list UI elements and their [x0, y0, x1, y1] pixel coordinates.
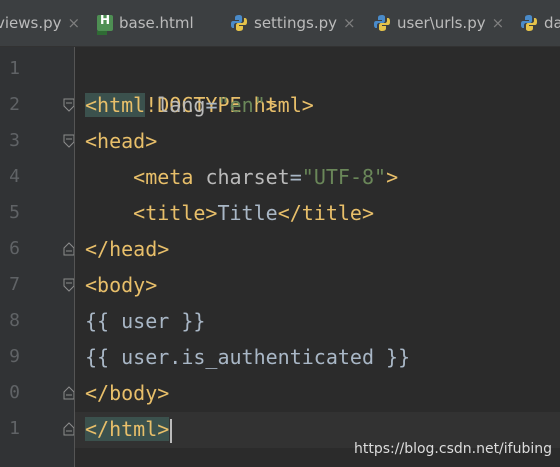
- line-number-gutter[interactable]: 1 2 3 4 5 6 7 8 9 0 1: [0, 47, 75, 467]
- tab-label: base.html: [119, 14, 194, 32]
- meta-tag: <meta: [133, 165, 194, 189]
- line-number: 5: [9, 202, 20, 223]
- code-line-9[interactable]: {{ user.is_authenticated }}: [85, 339, 410, 375]
- close-icon[interactable]: ×: [492, 14, 505, 32]
- python-file-icon: [231, 15, 247, 31]
- tab-label: settings.py: [254, 14, 337, 32]
- text-caret: [170, 418, 173, 443]
- python-file-icon: [374, 15, 390, 31]
- attr-name: charset: [205, 165, 290, 189]
- attr-value: "en": [217, 93, 266, 117]
- html-close-tag: </html>: [85, 417, 170, 441]
- line-number: 8: [9, 310, 20, 331]
- equals: =: [289, 165, 302, 189]
- code-line-3[interactable]: <head>: [85, 123, 157, 159]
- close-icon[interactable]: ×: [68, 14, 81, 32]
- html-open-tag: <html: [85, 93, 146, 117]
- template-expression: {{ user }}: [85, 309, 206, 333]
- line-number: 4: [9, 166, 20, 187]
- head-close-tag: </head>: [85, 237, 170, 261]
- python-file-icon: [521, 15, 537, 31]
- equals: =: [205, 93, 218, 117]
- code-line-11[interactable]: </html>: [85, 411, 173, 447]
- line-number: 1: [9, 58, 20, 79]
- code-line-4[interactable]: <meta charset="UTF-8">: [85, 159, 398, 195]
- line-number: 3: [9, 130, 20, 151]
- code-line-6[interactable]: </head>: [85, 231, 169, 267]
- head-open-tag: <head>: [85, 129, 158, 153]
- close-icon[interactable]: ×: [343, 14, 356, 32]
- tag-close: >: [386, 165, 399, 189]
- title-open-tag: <title>: [133, 201, 218, 225]
- title-text: Title: [217, 201, 278, 225]
- line-number: 2: [9, 94, 20, 115]
- code-line-1[interactable]: <!DOCTYPE html>: [85, 51, 314, 117]
- body-open-tag: <body>: [85, 273, 158, 297]
- attr-name: lang: [157, 93, 206, 117]
- line-number: 0: [9, 382, 20, 403]
- tab-partial[interactable]: da: [520, 0, 560, 46]
- watermark: https://blog.csdn.net/ifubing: [354, 441, 552, 457]
- code-editor[interactable]: <!DOCTYPE html> <html lang="en"> <head> …: [75, 47, 560, 467]
- code-line-5[interactable]: <title>Title</title>: [85, 195, 374, 231]
- code-line-10[interactable]: </body>: [85, 375, 169, 411]
- line-number: 9: [9, 346, 20, 367]
- line-number: 6: [9, 238, 20, 259]
- html-file-icon: [97, 13, 113, 35]
- code-line-7[interactable]: <body>: [85, 267, 157, 303]
- attr-value: "UTF-8": [301, 165, 387, 189]
- tab-label: views.py: [0, 14, 62, 32]
- title-close-tag: </title>: [277, 201, 375, 225]
- tab-base-html[interactable]: base.html: [97, 0, 194, 46]
- line-number: 1: [9, 418, 20, 439]
- tab-settings-py[interactable]: settings.py ×: [230, 0, 356, 46]
- body-close-tag: </body>: [85, 381, 170, 405]
- tag-close: >: [265, 93, 278, 117]
- tab-user-urls-py[interactable]: user\urls.py ×: [373, 0, 504, 46]
- editor-tab-bar: views.py × base.html settings.py × user\…: [0, 0, 560, 47]
- line-number: 7: [9, 274, 20, 295]
- code-line-8[interactable]: {{ user }}: [85, 303, 205, 339]
- tab-label: user\urls.py: [397, 14, 486, 32]
- code-line-2[interactable]: <html lang="en">: [85, 87, 278, 123]
- tab-label: da: [544, 14, 560, 32]
- tab-views-py[interactable]: views.py ×: [0, 0, 80, 46]
- template-expression: {{ user.is_authenticated }}: [85, 345, 411, 369]
